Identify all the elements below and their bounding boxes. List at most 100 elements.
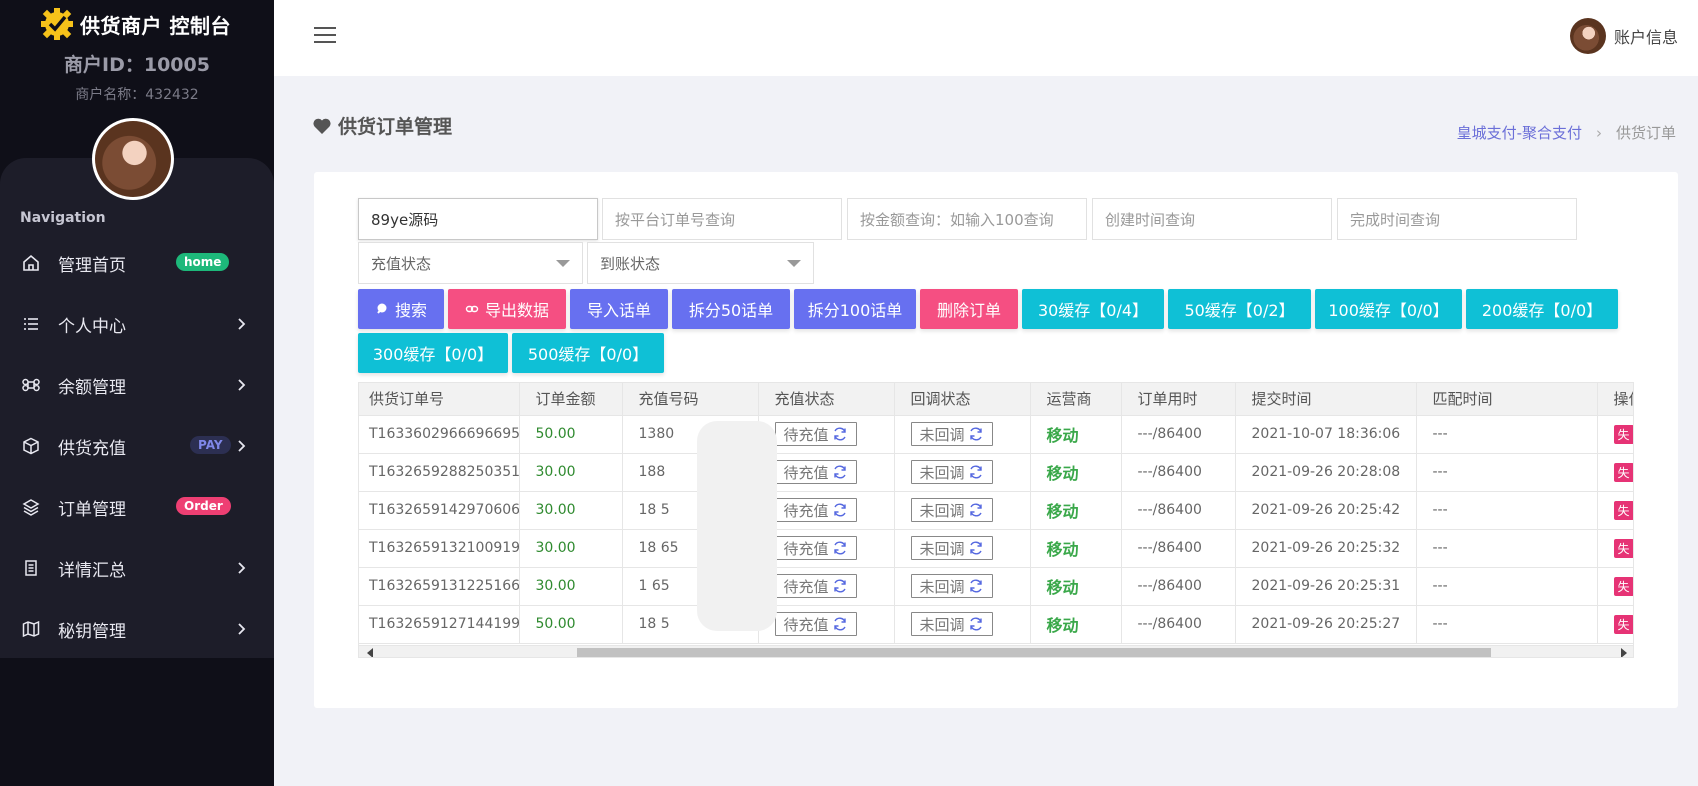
- refresh-icon: [969, 465, 982, 479]
- export-button[interactable]: 导出数据: [448, 289, 566, 329]
- recharge-status-button[interactable]: 待充值: [774, 498, 857, 522]
- column-header[interactable]: 订单金额: [519, 383, 623, 416]
- platform-order-input[interactable]: 按平台订单号查询: [602, 198, 842, 240]
- callback-status-button[interactable]: 未回调: [910, 460, 993, 484]
- recharge-status-button[interactable]: 待充值: [774, 422, 857, 446]
- column-header[interactable]: 回调状态: [894, 383, 1031, 416]
- column-header[interactable]: 订单用时: [1121, 383, 1236, 416]
- breadcrumb: 皇城支付-聚合支付 › 供货订单: [1457, 122, 1676, 143]
- duration-cell: ---/86400: [1121, 529, 1236, 568]
- order-no-cell: T1632659131225166: [359, 567, 520, 606]
- callback-status-cell: 未回调: [894, 453, 1031, 492]
- sidebar-item-balance[interactable]: 余额管理: [0, 362, 274, 408]
- operation-tag[interactable]: 失: [1613, 538, 1633, 558]
- recharge-status-cell: 待充值: [758, 529, 895, 568]
- settle-status-select[interactable]: 到账状态: [587, 242, 814, 284]
- recharge-status-button[interactable]: 待充值: [774, 574, 857, 598]
- cache100-button[interactable]: 100缓存【0/0】: [1315, 289, 1462, 329]
- callback-status-button[interactable]: 未回调: [910, 422, 993, 446]
- sidebar-item-orders[interactable]: 订单管理 Order: [0, 484, 274, 530]
- sidebar-item-profile[interactable]: 个人中心: [0, 301, 274, 347]
- horizontal-scrollbar[interactable]: [359, 645, 1633, 657]
- search-button[interactable]: 搜索: [358, 289, 444, 329]
- breadcrumb-link[interactable]: 皇城支付-聚合支付: [1457, 122, 1582, 143]
- chevron-right-icon: [238, 379, 246, 391]
- callback-status-cell: 未回调: [894, 415, 1031, 454]
- operation-tag[interactable]: 失: [1613, 462, 1633, 482]
- submit-time-cell: 2021-09-26 20:25:27: [1235, 605, 1417, 644]
- recharge-status-cell: 待充值: [758, 491, 895, 530]
- cache30-button[interactable]: 30缓存【0/4】: [1022, 289, 1164, 329]
- operation-cell: 失: [1597, 415, 1633, 454]
- operation-tag[interactable]: 失: [1613, 614, 1633, 634]
- duration-cell: ---/86400: [1121, 605, 1236, 644]
- callback-status-cell: 未回调: [894, 567, 1031, 606]
- avatar[interactable]: [92, 118, 174, 200]
- callback-status-button[interactable]: 未回调: [910, 612, 993, 636]
- operation-cell: 失: [1597, 567, 1633, 606]
- scroll-thumb[interactable]: [577, 648, 1491, 657]
- recharge-status-button[interactable]: 待充值: [774, 536, 857, 560]
- orders-card: 89ye源码 按平台订单号查询 按金额查询：如输入100查询 创建时间查询 完成…: [314, 172, 1678, 708]
- operation-tag[interactable]: 失: [1613, 576, 1633, 596]
- split100-button[interactable]: 拆分100话单: [794, 289, 916, 329]
- page-title: 供货订单管理: [312, 112, 452, 139]
- cache300-button[interactable]: 300缓存【0/0】: [358, 333, 508, 373]
- create-time-input[interactable]: 创建时间查询: [1092, 198, 1332, 240]
- account-menu[interactable]: 账户信息: [1570, 18, 1678, 54]
- delete-order-button[interactable]: 删除订单: [920, 289, 1018, 329]
- scroll-left-icon[interactable]: [367, 648, 373, 657]
- hamburger-menu-icon[interactable]: [314, 27, 336, 45]
- amount-cell: 30.00: [519, 567, 623, 606]
- recharge-status-button[interactable]: 待充值: [774, 612, 857, 636]
- duration-cell: ---/86400: [1121, 453, 1236, 492]
- recharge-status-text: 待充值: [783, 539, 829, 558]
- finish-time-input[interactable]: 完成时间查询: [1337, 198, 1577, 240]
- map-icon: [22, 620, 40, 638]
- table-row: T1632659288250351 30.00 188 待充值 未回调 移动 ---/864…: [359, 453, 1633, 492]
- orders-table: 供货订单号 订单金额 充值号码 充值状态 回调状态 运营商 订单用时 提交时间 …: [358, 382, 1634, 658]
- column-header[interactable]: 充值状态: [758, 383, 895, 416]
- callback-status-cell: 未回调: [894, 529, 1031, 568]
- sidebar-item-recharge[interactable]: 供货充值 PAY: [0, 423, 274, 469]
- column-header[interactable]: 匹配时间: [1416, 383, 1598, 416]
- operation-tag[interactable]: 失: [1613, 424, 1633, 444]
- match-time-cell: ---: [1416, 415, 1598, 454]
- cache500-button[interactable]: 500缓存【0/0】: [512, 333, 664, 373]
- sidebar-item-label: 详情汇总: [58, 560, 126, 581]
- column-header[interactable]: 供货订单号: [359, 383, 520, 416]
- refresh-icon: [969, 617, 982, 631]
- recharge-status-text: 待充值: [783, 615, 829, 634]
- chevron-right-icon: [238, 318, 246, 330]
- recharge-status-text: 待充值: [783, 463, 829, 482]
- account-label: 账户信息: [1614, 28, 1679, 47]
- callback-status-button[interactable]: 未回调: [910, 498, 993, 522]
- split50-button[interactable]: 拆分50话单: [672, 289, 790, 329]
- amount-input[interactable]: 按金额查询：如输入100查询: [847, 198, 1087, 240]
- recharge-status-button[interactable]: 待充值: [774, 460, 857, 484]
- sidebar-item-keys[interactable]: 秘钥管理: [0, 606, 274, 652]
- callback-status-button[interactable]: 未回调: [910, 536, 993, 560]
- cache50-button[interactable]: 50缓存【0/2】: [1168, 289, 1311, 329]
- column-header[interactable]: 提交时间: [1235, 383, 1417, 416]
- callback-status-button[interactable]: 未回调: [910, 574, 993, 598]
- recharge-status-cell: 待充值: [758, 453, 895, 492]
- carrier-cell: 移动: [1030, 415, 1122, 454]
- operation-tag[interactable]: 失: [1613, 500, 1633, 520]
- table-row: T1632659142970606 30.00 18 5 待充值 未回调 移动 ---/86…: [359, 491, 1633, 530]
- recharge-status-select[interactable]: 充值状态: [358, 242, 583, 284]
- sidebar-item-details[interactable]: 详情汇总: [0, 545, 274, 591]
- breadcrumb-separator: ›: [1595, 123, 1602, 142]
- column-header[interactable]: 充值号码: [622, 383, 759, 416]
- sidebar-item-home[interactable]: 管理首页 home: [0, 240, 274, 286]
- column-header[interactable]: 操作: [1597, 383, 1633, 416]
- search-button-label: 搜索: [394, 301, 427, 320]
- table-header-row: 供货订单号 订单金额 充值号码 充值状态 回调状态 运营商 订单用时 提交时间 …: [359, 383, 1633, 416]
- column-header[interactable]: 运营商: [1030, 383, 1122, 416]
- scroll-right-icon[interactable]: [1621, 648, 1627, 657]
- order-no-input[interactable]: 89ye源码: [358, 198, 598, 240]
- cache200-button[interactable]: 200缓存【0/0】: [1466, 289, 1618, 329]
- layers-icon: [22, 498, 40, 516]
- import-button[interactable]: 导入话单: [570, 289, 668, 329]
- brand[interactable]: 供货商户 控制台: [40, 8, 231, 40]
